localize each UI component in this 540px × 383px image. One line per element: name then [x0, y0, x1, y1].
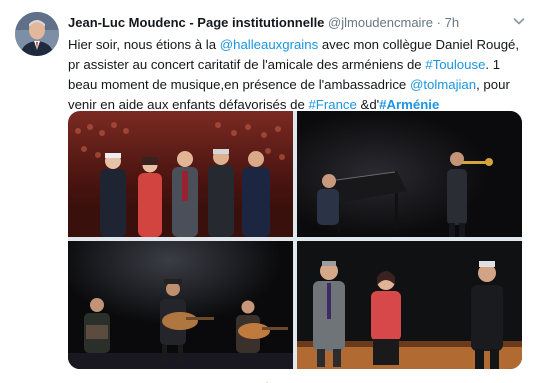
hashtag-link[interactable]: #Arménie	[379, 97, 439, 112]
tweet-text: Hier soir, nous étions à la @halleauxgra…	[68, 35, 530, 115]
hashtag-link[interactable]: #Toulouse	[425, 57, 485, 72]
tweet-header: Jean-Luc Moudenc - Page institutionnelle…	[68, 14, 526, 32]
media-grid	[68, 111, 522, 369]
separator-dot: ·	[436, 15, 441, 30]
photo-stage-speakers[interactable]	[297, 241, 522, 369]
photo-group-audience[interactable]	[68, 111, 293, 237]
hashtag-link[interactable]: #France	[308, 97, 356, 112]
mention-link[interactable]: @halleauxgrains	[220, 37, 318, 52]
photo-guitar-trio[interactable]	[68, 241, 293, 369]
text-segment: Hier soir, nous étions à la	[68, 37, 220, 52]
photo-pianist-trumpeter[interactable]	[297, 111, 522, 237]
mention-link[interactable]: @tolmajian	[410, 77, 476, 92]
author-handle[interactable]: @jlmoudencmaire	[328, 15, 433, 30]
tweet-timestamp[interactable]: 7h	[445, 15, 459, 30]
chevron-down-icon[interactable]	[512, 14, 526, 28]
tweet-card[interactable]: Jean-Luc Moudenc - Page institutionnelle…	[0, 0, 540, 383]
avatar[interactable]	[15, 12, 59, 56]
text-segment: &d'	[356, 97, 380, 112]
leaf-icon	[262, 376, 272, 383]
author-name[interactable]: Jean-Luc Moudenc - Page institutionnelle	[68, 15, 324, 30]
